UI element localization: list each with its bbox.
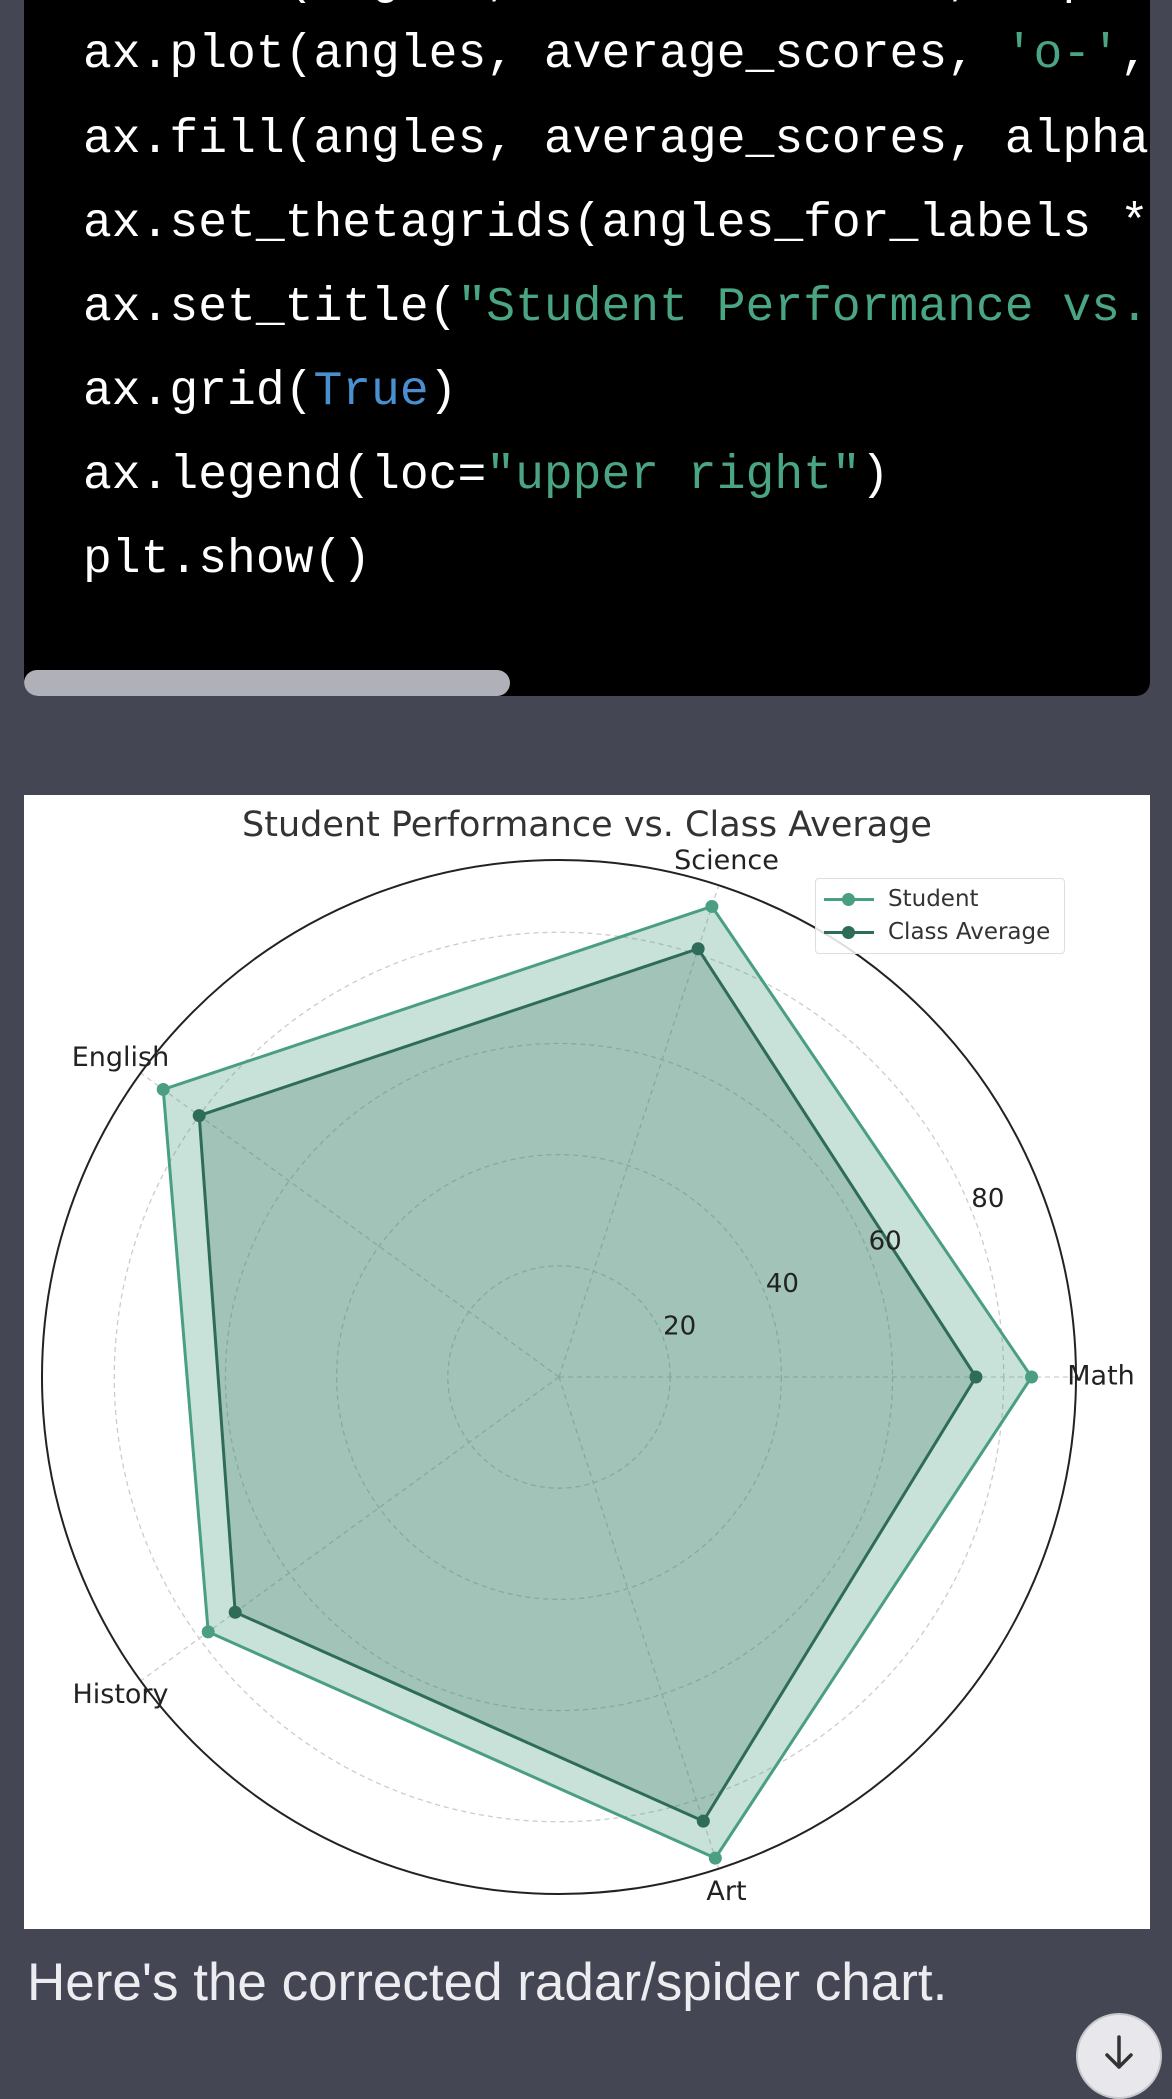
legend-swatch bbox=[824, 884, 874, 914]
category-label: Art bbox=[706, 1876, 746, 1907]
code-token: ) bbox=[860, 449, 890, 503]
radial-tick-label: 40 bbox=[766, 1269, 799, 1299]
code-token: ax.fill(angles, student_scores, alpha bbox=[83, 0, 1149, 8]
category-label: Science bbox=[674, 845, 779, 876]
radial-tick-label: 20 bbox=[663, 1312, 696, 1342]
legend-item-student: Student bbox=[824, 884, 979, 914]
code-line: ax.plot(angles, average_scores, 'o-', bbox=[83, 31, 1150, 79]
code-line: ax.legend(loc="upper right") bbox=[83, 452, 890, 500]
data-point bbox=[705, 899, 719, 913]
code-token: ax.grid( bbox=[83, 365, 314, 419]
data-point bbox=[156, 1082, 170, 1096]
code-token: ax.plot(angles, average_scores, bbox=[83, 28, 1005, 82]
code-line: plt.show() bbox=[83, 536, 371, 584]
code-line: ax.fill(angles, student_scores, alpha bbox=[83, 0, 1149, 5]
category-label: English bbox=[72, 1042, 170, 1073]
code-token: True bbox=[313, 365, 429, 419]
chart-title: Student Performance vs. Class Average bbox=[242, 805, 932, 845]
data-point bbox=[1025, 1370, 1039, 1384]
data-point bbox=[201, 1625, 215, 1639]
category-label: History bbox=[72, 1679, 168, 1710]
legend-label: Student bbox=[888, 886, 979, 912]
data-point bbox=[691, 942, 705, 956]
legend-item-class-average: Class Average bbox=[824, 917, 1050, 947]
code-token: "Student Performance vs. bbox=[457, 281, 1149, 335]
arrow-down-icon bbox=[1105, 2035, 1133, 2069]
series-area-class-average bbox=[197, 946, 978, 1824]
scroll-down-button[interactable] bbox=[1076, 2013, 1162, 2099]
category-label: Math bbox=[1067, 1361, 1135, 1392]
code-line: ax.set_thetagrids(angles_for_labels * bbox=[83, 200, 1149, 248]
radar-chart: 20 40 60 80 Math Science English History Art bbox=[41, 845, 1135, 1907]
data-point bbox=[192, 1109, 206, 1123]
code-token: ) bbox=[428, 365, 458, 419]
data-point bbox=[228, 1605, 242, 1619]
code-token: ax.set_thetagrids(angles_for_labels * bbox=[83, 197, 1149, 251]
code-token: 'o-' bbox=[1004, 28, 1120, 82]
code-line: ax.set_title("Student Performance vs. bbox=[83, 284, 1149, 332]
code-token: ax.legend(loc= bbox=[83, 449, 487, 503]
legend-label: Class Average bbox=[888, 919, 1051, 945]
radial-tick-label: 80 bbox=[971, 1184, 1004, 1214]
data-point bbox=[696, 1814, 710, 1828]
legend-swatch bbox=[824, 917, 874, 947]
chart-image: 20 40 60 80 Math Science English History Art Stu… bbox=[24, 795, 1150, 1929]
code-line: ax.grid(True) bbox=[83, 368, 457, 416]
code-token: , bbox=[1119, 28, 1149, 82]
code-block: ax.fill(angles, student_scores, alpha ax.… bbox=[24, 0, 1150, 696]
data-point bbox=[969, 1370, 983, 1384]
code-token: plt.show() bbox=[83, 533, 372, 587]
code-line: ax.fill(angles, average_scores, alpha bbox=[83, 116, 1149, 164]
data-point bbox=[708, 1851, 722, 1865]
code-token: ax.set_title( bbox=[83, 281, 458, 335]
legend: Student Class Average bbox=[815, 878, 1065, 954]
horizontal-scrollbar[interactable] bbox=[24, 670, 510, 696]
code-token: ax.fill(angles, average_scores, alpha bbox=[83, 113, 1149, 167]
assistant-message: Here's the corrected radar/spider chart. bbox=[27, 1953, 948, 2012]
radial-tick-label: 60 bbox=[869, 1226, 902, 1256]
code-token: "upper right" bbox=[486, 449, 861, 503]
